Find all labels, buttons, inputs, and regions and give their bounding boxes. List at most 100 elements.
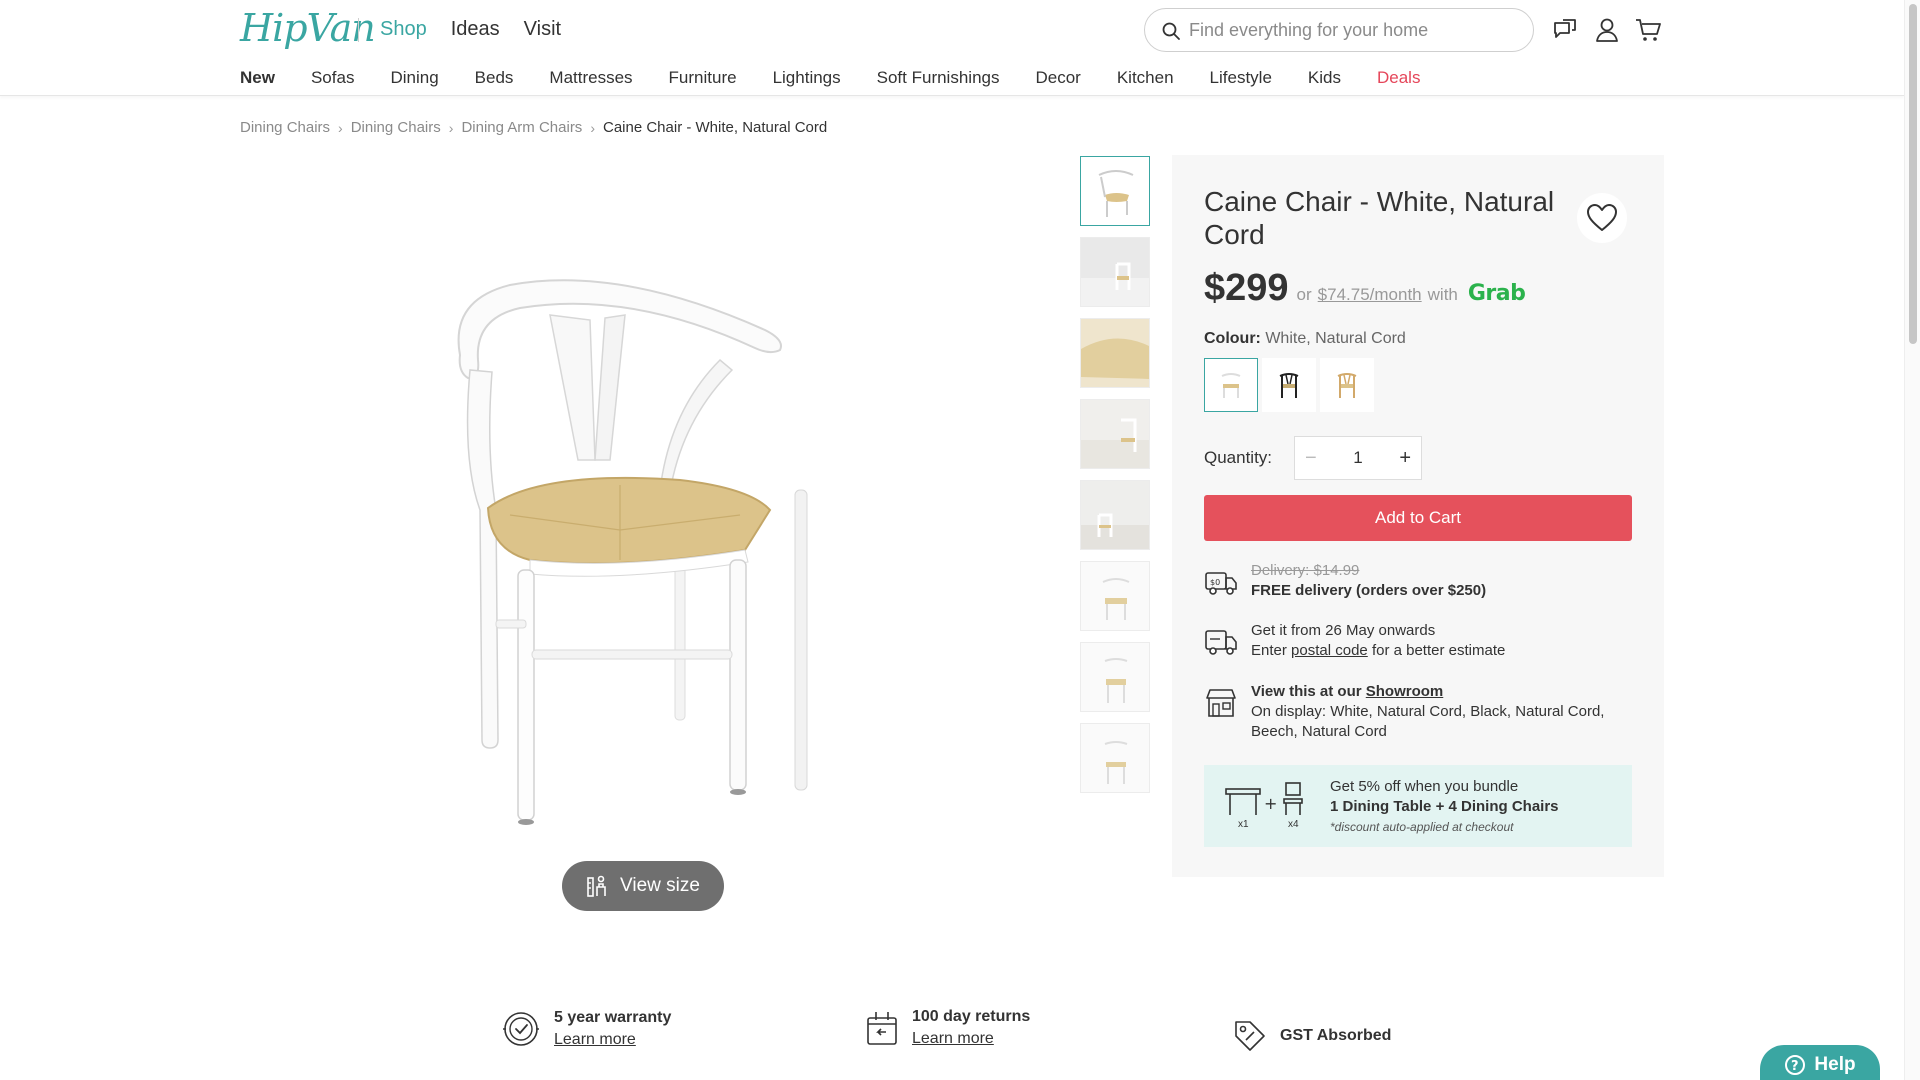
- postal-code-link[interactable]: postal code: [1291, 642, 1368, 659]
- bundle-table-qty: x1: [1238, 819, 1249, 830]
- wishlist-button[interactable]: [1577, 193, 1627, 243]
- cat-beds[interactable]: Beds: [475, 68, 514, 88]
- price-with-text: with: [1427, 285, 1458, 304]
- hipvan-logo[interactable]: HipVan: [240, 6, 376, 50]
- product-thumbnail[interactable]: [1080, 723, 1150, 793]
- chevron-right-icon: ›: [338, 119, 343, 136]
- cat-decor[interactable]: Decor: [1035, 68, 1080, 88]
- product-thumbnail[interactable]: [1080, 561, 1150, 631]
- delivery-eta: Get it from 26 May onwards: [1251, 622, 1436, 639]
- returns-learn-more-link[interactable]: Learn more: [912, 1030, 1030, 1048]
- help-label: Help: [1814, 1054, 1856, 1075]
- price-or-text: or: [1296, 285, 1312, 304]
- svg-text:?: ?: [1791, 1059, 1799, 1074]
- grab-logo: Grab: [1467, 281, 1526, 306]
- colour-label-key: Colour:: [1204, 330, 1261, 347]
- bundle-note: *discount auto-applied at checkout: [1330, 820, 1514, 834]
- chevron-right-icon: ›: [448, 119, 454, 136]
- help-button[interactable]: ? Help: [1760, 1045, 1880, 1080]
- nav-shop[interactable]: Shop: [380, 18, 427, 41]
- product-price: $299: [1204, 267, 1289, 309]
- breadcrumb-link[interactable]: Dining Arm Chairs: [461, 119, 582, 136]
- product-panel: Caine Chair - White, Natural Cord $299 o…: [1172, 155, 1664, 877]
- product-thumbnail[interactable]: [1080, 318, 1150, 388]
- bundle-chair-qty: x4: [1288, 819, 1299, 830]
- returns-box-icon: [867, 1012, 897, 1045]
- search-input[interactable]: [1189, 17, 1519, 43]
- returns-feature: 100 day returns Learn more: [864, 1008, 1030, 1048]
- product-thumbnail[interactable]: [1080, 156, 1150, 226]
- quantity-value[interactable]: 1: [1353, 448, 1362, 468]
- product-thumbnail[interactable]: [1080, 237, 1150, 307]
- storefront-icon: [1206, 689, 1236, 717]
- chat-icon[interactable]: [1551, 16, 1579, 44]
- nav-visit[interactable]: Visit: [524, 18, 561, 41]
- chevron-right-icon: ›: [590, 119, 595, 136]
- cat-kids[interactable]: Kids: [1308, 68, 1341, 88]
- colour-swatches: [1204, 358, 1374, 412]
- help-question-icon: ?: [1785, 1055, 1806, 1075]
- heart-icon: [1587, 204, 1617, 231]
- top-nav: Shop Ideas Visit: [380, 18, 561, 41]
- cat-furniture[interactable]: Furniture: [669, 68, 737, 88]
- product-thumbnail[interactable]: [1080, 399, 1150, 469]
- product-thumbnail[interactable]: [1080, 480, 1150, 550]
- free-delivery-text: FREE delivery (orders over $250): [1251, 582, 1487, 599]
- cat-lightings[interactable]: Lightings: [773, 68, 841, 88]
- product-title: Caine Chair - White, Natural Cord: [1204, 186, 1555, 250]
- cat-mattresses[interactable]: Mattresses: [549, 68, 632, 88]
- breadcrumb: Dining Chairs › Dining Chairs › Dining A…: [240, 119, 827, 136]
- cat-new[interactable]: New: [240, 68, 275, 88]
- gst-feature: GST Absorbed: [1232, 1018, 1391, 1054]
- cat-kitchen[interactable]: Kitchen: [1117, 68, 1174, 88]
- breadcrumb-link[interactable]: Dining Chairs: [351, 119, 441, 136]
- price-row: $299 or $74.75/month with Grab: [1204, 267, 1526, 310]
- quantity-label: Quantity:: [1204, 448, 1273, 467]
- gst-title: GST Absorbed: [1280, 1027, 1392, 1044]
- delivery-old-price: Delivery: $14.99: [1251, 562, 1360, 579]
- svg-text:+: +: [1264, 794, 1277, 813]
- cart-icon[interactable]: [1634, 16, 1662, 44]
- logo-divider: [358, 18, 359, 42]
- quantity-increase-button[interactable]: +: [1399, 447, 1411, 470]
- scrollbar-thumb[interactable]: [1909, 4, 1917, 344]
- bundle-line1: Get 5% off when you bundle: [1330, 778, 1519, 795]
- showroom-link[interactable]: Showroom: [1366, 683, 1444, 700]
- on-display-text: On display: White, Natural Cord, Black, …: [1251, 703, 1605, 740]
- swatch-beech-natural[interactable]: [1320, 358, 1374, 412]
- page-scrollbar[interactable]: [1904, 0, 1920, 1080]
- product-thumbnail[interactable]: [1080, 642, 1150, 712]
- quantity-decrease-button[interactable]: −: [1305, 447, 1317, 470]
- cat-sofas[interactable]: Sofas: [311, 68, 354, 88]
- enter-text: Enter: [1251, 642, 1287, 659]
- bundle-offer[interactable]: + x1 x4 Get 5% off when you bundle 1 Din…: [1204, 765, 1632, 847]
- nav-ideas[interactable]: Ideas: [451, 18, 500, 41]
- search-box[interactable]: [1144, 8, 1534, 52]
- ruler-person-icon: [587, 875, 606, 897]
- quantity-stepper: − 1 +: [1294, 436, 1422, 480]
- cat-dining[interactable]: Dining: [390, 68, 438, 88]
- swatch-white-natural[interactable]: [1204, 358, 1258, 412]
- account-icon[interactable]: [1593, 16, 1621, 44]
- delivery-info: $0 Delivery: $14.99 FREE delivery (order…: [1204, 561, 1644, 605]
- returns-title: 100 day returns: [912, 1008, 1031, 1025]
- cat-deals[interactable]: Deals: [1377, 68, 1420, 88]
- price-tag-icon: [1235, 1021, 1265, 1051]
- warranty-learn-more-link[interactable]: Learn more: [554, 1031, 671, 1049]
- cat-lifestyle[interactable]: Lifestyle: [1210, 68, 1272, 88]
- breadcrumb-link[interactable]: Dining Chairs: [240, 119, 330, 136]
- category-nav: New Sofas Dining Beds Mattresses Furnitu…: [240, 68, 1456, 88]
- delivery-truck-icon: $0: [1205, 572, 1237, 595]
- cat-soft-furnishings[interactable]: Soft Furnishings: [877, 68, 1000, 88]
- monthly-price-link[interactable]: $74.75/month: [1318, 285, 1422, 305]
- product-main-image[interactable]: [420, 260, 880, 840]
- swatch-black-natural[interactable]: [1262, 358, 1316, 412]
- add-to-cart-button[interactable]: Add to Cart: [1204, 495, 1632, 541]
- view-at-text: View this at our: [1251, 683, 1362, 700]
- bundle-line2: 1 Dining Table + 4 Dining Chairs: [1330, 798, 1559, 815]
- site-header: HipVan Shop Ideas Visit New Sofas Dining…: [0, 0, 1904, 96]
- warranty-title: 5 year warranty: [554, 1009, 672, 1026]
- view-size-button[interactable]: View size: [562, 861, 724, 911]
- delivery-van-icon: [1205, 630, 1237, 655]
- warranty-feature: 5 year warranty Learn more: [500, 1008, 671, 1050]
